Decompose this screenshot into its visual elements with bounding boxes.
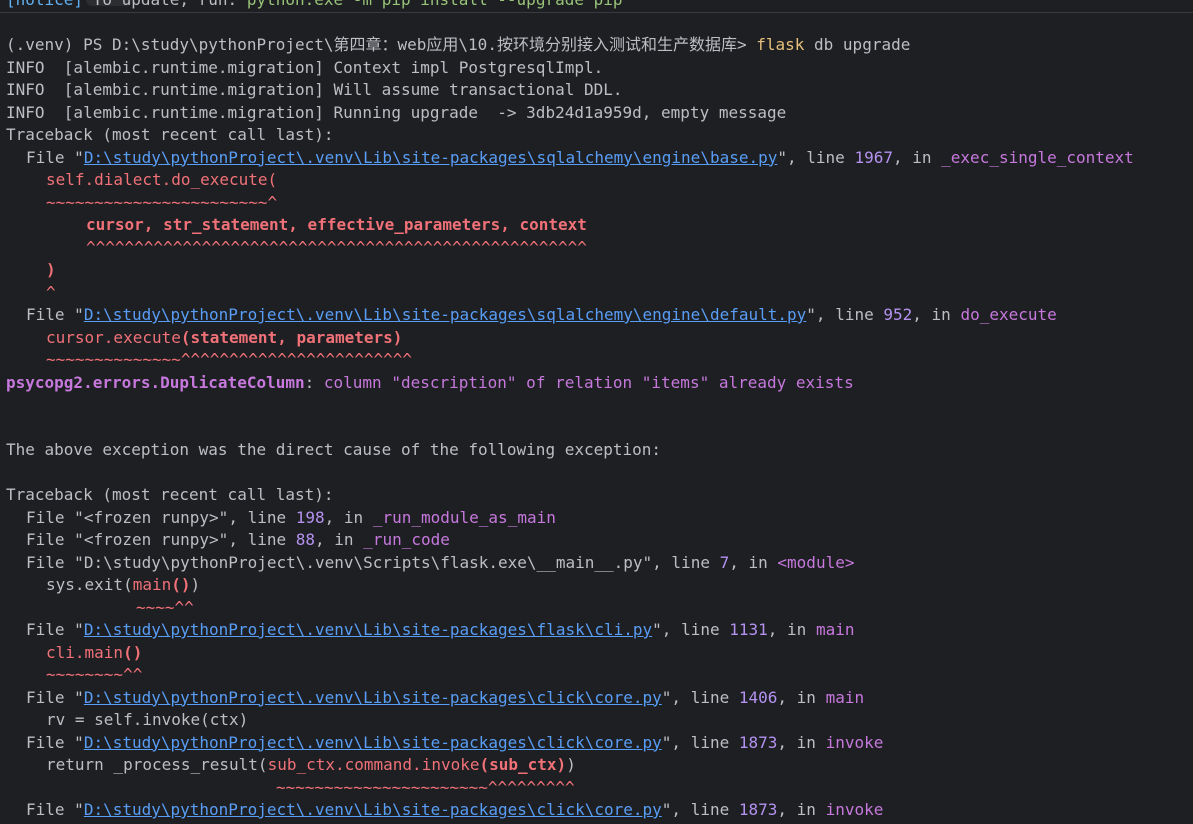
error-marker: ^	[46, 282, 56, 302]
exception-line: psycopg2.errors.DuplicateColumn: column …	[6, 372, 854, 392]
file-link[interactable]: D:\study\pythonProject\.venv\Lib\site-pa…	[84, 148, 778, 167]
code-line: self.dialect.do_execute(	[46, 170, 278, 189]
code-line: cursor, str_statement, effective_paramet…	[86, 215, 587, 234]
code-line: cursor.execute(statement, parameters)	[46, 327, 403, 347]
traceback-frame: File "<frozen runpy>", line 88, in _run_…	[26, 530, 450, 549]
code-line: return _process_result(sub_ctx.command.i…	[46, 755, 576, 774]
traceback-frame: File "D:\study\pythonProject\.venv\Lib\s…	[26, 620, 855, 639]
info-line: INFO [alembic.runtime.migration] Will as…	[6, 80, 623, 99]
error-marker: ~~~~^^	[136, 597, 194, 617]
error-marker: ~~~~~~~~^^	[46, 665, 143, 684]
traceback-frame: File "D:\study\pythonProject\.venv\Lib\s…	[26, 800, 884, 819]
file-link[interactable]: D:\study\pythonProject\.venv\Lib\site-pa…	[84, 620, 652, 639]
traceback-frame: File "D:\study\pythonProject\.venv\Lib\s…	[26, 305, 1057, 324]
code-line: )	[46, 260, 56, 279]
traceback-frame: File "D:\study\pythonProject\.venv\Lib\s…	[26, 687, 865, 707]
traceback-frame: File "D:\study\pythonProject\.venv\Lib\s…	[26, 147, 1134, 167]
terminal-output: [notice] To update, run: python.exe -m p…	[6, 0, 1193, 822]
code-line: cli.main()	[46, 642, 143, 662]
traceback-frame: File "D:\study\pythonProject\.venv\Lib\s…	[26, 732, 884, 752]
traceback-frame: File "D:\study\pythonProject\.venv\Scrip…	[26, 552, 855, 572]
file-link[interactable]: D:\study\pythonProject\.venv\Lib\site-pa…	[84, 688, 662, 707]
cause-line: The above exception was the direct cause…	[6, 440, 662, 459]
info-line: INFO [alembic.runtime.migration] Running…	[6, 102, 787, 122]
file-link[interactable]: D:\study\pythonProject\.venv\Lib\site-pa…	[84, 305, 806, 324]
traceback-header: Traceback (most recent call last):	[6, 125, 334, 144]
error-marker: ~~~~~~~~~~~~~~~~~~~~~~^^^^^^^^^	[276, 777, 575, 797]
traceback-frame: File "<frozen runpy>", line 198, in _run…	[26, 507, 556, 527]
code-line: rv = self.invoke(ctx)	[46, 710, 249, 729]
error-marker: ~~~~~~~~~~~~~~~~~~~~~~~^	[46, 192, 278, 212]
command-prompt-line: (.venv) PS D:\study\pythonProject\第四章：we…	[6, 35, 911, 54]
file-link[interactable]: D:\study\pythonProject\.venv\Lib\site-pa…	[84, 800, 662, 819]
pip-notice-line: [notice] To update, run: python.exe -m p…	[6, 0, 1193, 12]
traceback-header: Traceback (most recent call last):	[6, 485, 334, 504]
file-link[interactable]: D:\study\pythonProject\.venv\Lib\site-pa…	[84, 733, 662, 752]
code-line: sys.exit(main())	[46, 575, 201, 594]
error-marker: ~~~~~~~~~~~~~~^^^^^^^^^^^^^^^^^^^^^^^^	[46, 350, 413, 369]
info-line: INFO [alembic.runtime.migration] Context…	[6, 57, 604, 77]
error-marker: ^^^^^^^^^^^^^^^^^^^^^^^^^^^^^^^^^^^^^^^^…	[86, 237, 587, 257]
